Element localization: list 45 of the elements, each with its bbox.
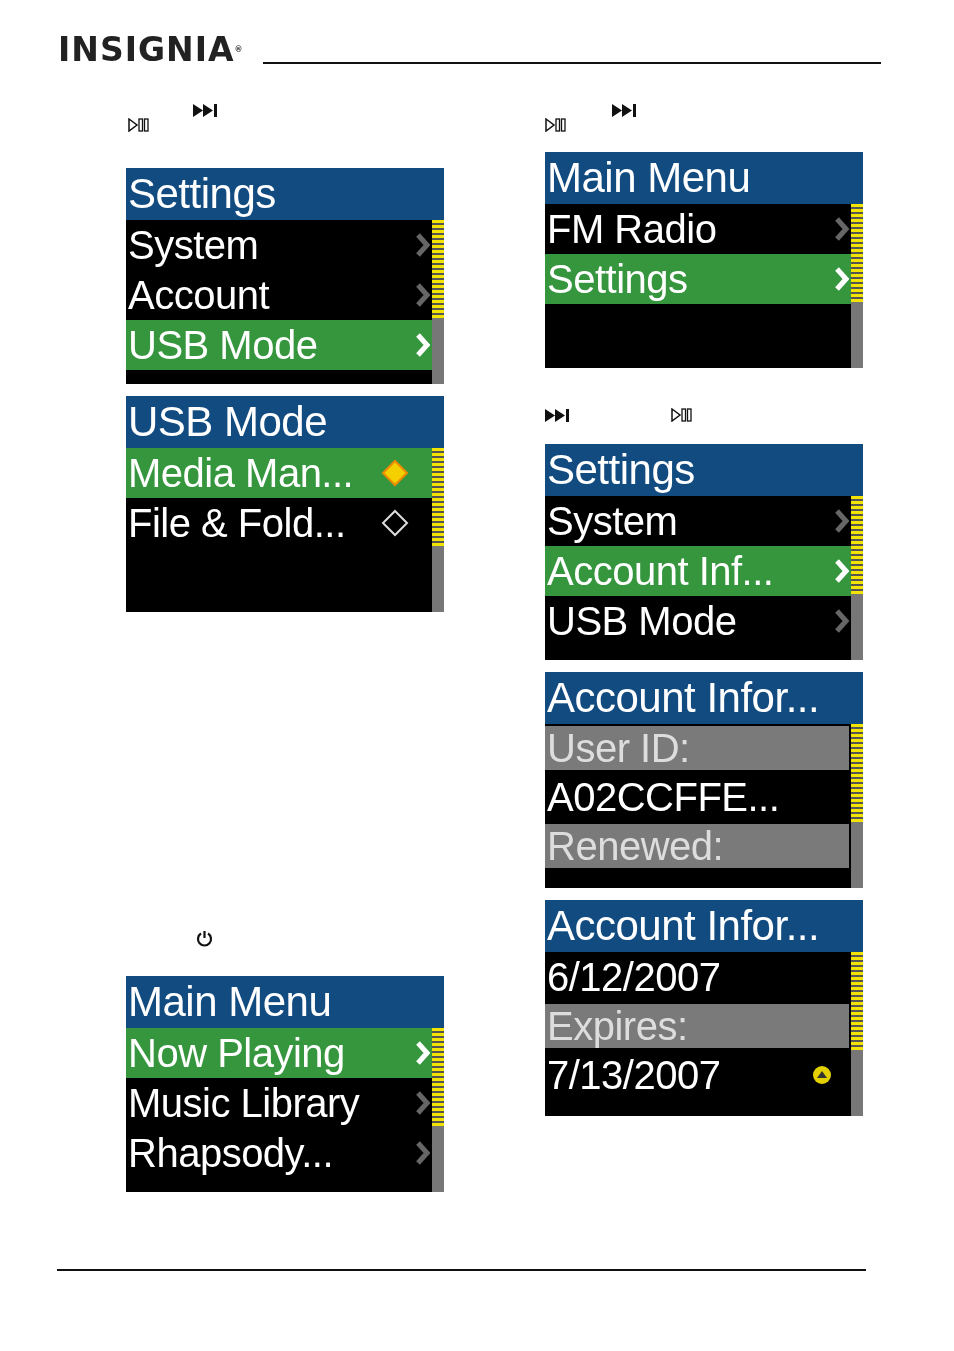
play-pause-icon [128, 118, 149, 132]
screen-title: Settings [545, 444, 863, 496]
menu-row[interactable]: Rhapsody... [126, 1128, 432, 1178]
menu-row[interactable]: Music Library [126, 1078, 432, 1128]
menu-row-text: 6/12/2007 [546, 953, 722, 1001]
screen-title: Main Menu [545, 152, 863, 204]
chevron-icon [835, 608, 849, 634]
menu-row[interactable]: Settings [545, 254, 851, 304]
menu-row[interactable]: Media Man... [126, 448, 432, 498]
power-icon [196, 930, 213, 947]
menu-row-text: A02CCFFE... [546, 773, 781, 821]
logo: INSIGNIA$^{®}$ [58, 32, 244, 68]
menu-row[interactable]: USB Mode [126, 320, 432, 370]
menu-row[interactable]: System [545, 496, 851, 546]
menu-row: 7/13/2007 [545, 1050, 851, 1100]
menu-row[interactable]: Account [126, 270, 432, 320]
chevron-icon [416, 332, 430, 358]
play-pause-icon [545, 118, 566, 132]
menu-row: Expires: [545, 1004, 849, 1048]
menu-row: User ID: [545, 726, 849, 770]
screen-title: USB Mode [126, 396, 444, 448]
chevron-icon [835, 508, 849, 534]
chevron-icon [416, 282, 430, 308]
chevron-icon [416, 1040, 430, 1066]
skip-forward-icon [545, 409, 569, 422]
skip-forward-icon [612, 104, 636, 117]
chevron-icon [416, 1140, 430, 1166]
skip-forward-icon [193, 104, 217, 117]
menu-row[interactable]: Now Playing [126, 1028, 432, 1078]
menu-row[interactable]: Account Inf... [545, 546, 851, 596]
chevron-icon [835, 216, 849, 242]
screen-title: Settings [126, 168, 444, 220]
chevron-icon [416, 1090, 430, 1116]
menu-row[interactable]: System [126, 220, 432, 270]
chevron-icon [835, 558, 849, 584]
chevron-icon [835, 266, 849, 292]
play-pause-icon [671, 408, 692, 422]
chevron-icon [416, 232, 430, 258]
menu-row: Renewed: [545, 824, 849, 868]
screen-title: Account Infor... [545, 672, 863, 724]
menu-row[interactable]: FM Radio [545, 204, 851, 254]
screen-title: Account Infor... [545, 900, 863, 952]
screen-title: Main Menu [126, 976, 444, 1028]
menu-row[interactable]: File & Fold... [126, 498, 432, 548]
menu-row[interactable]: USB Mode [545, 596, 851, 646]
